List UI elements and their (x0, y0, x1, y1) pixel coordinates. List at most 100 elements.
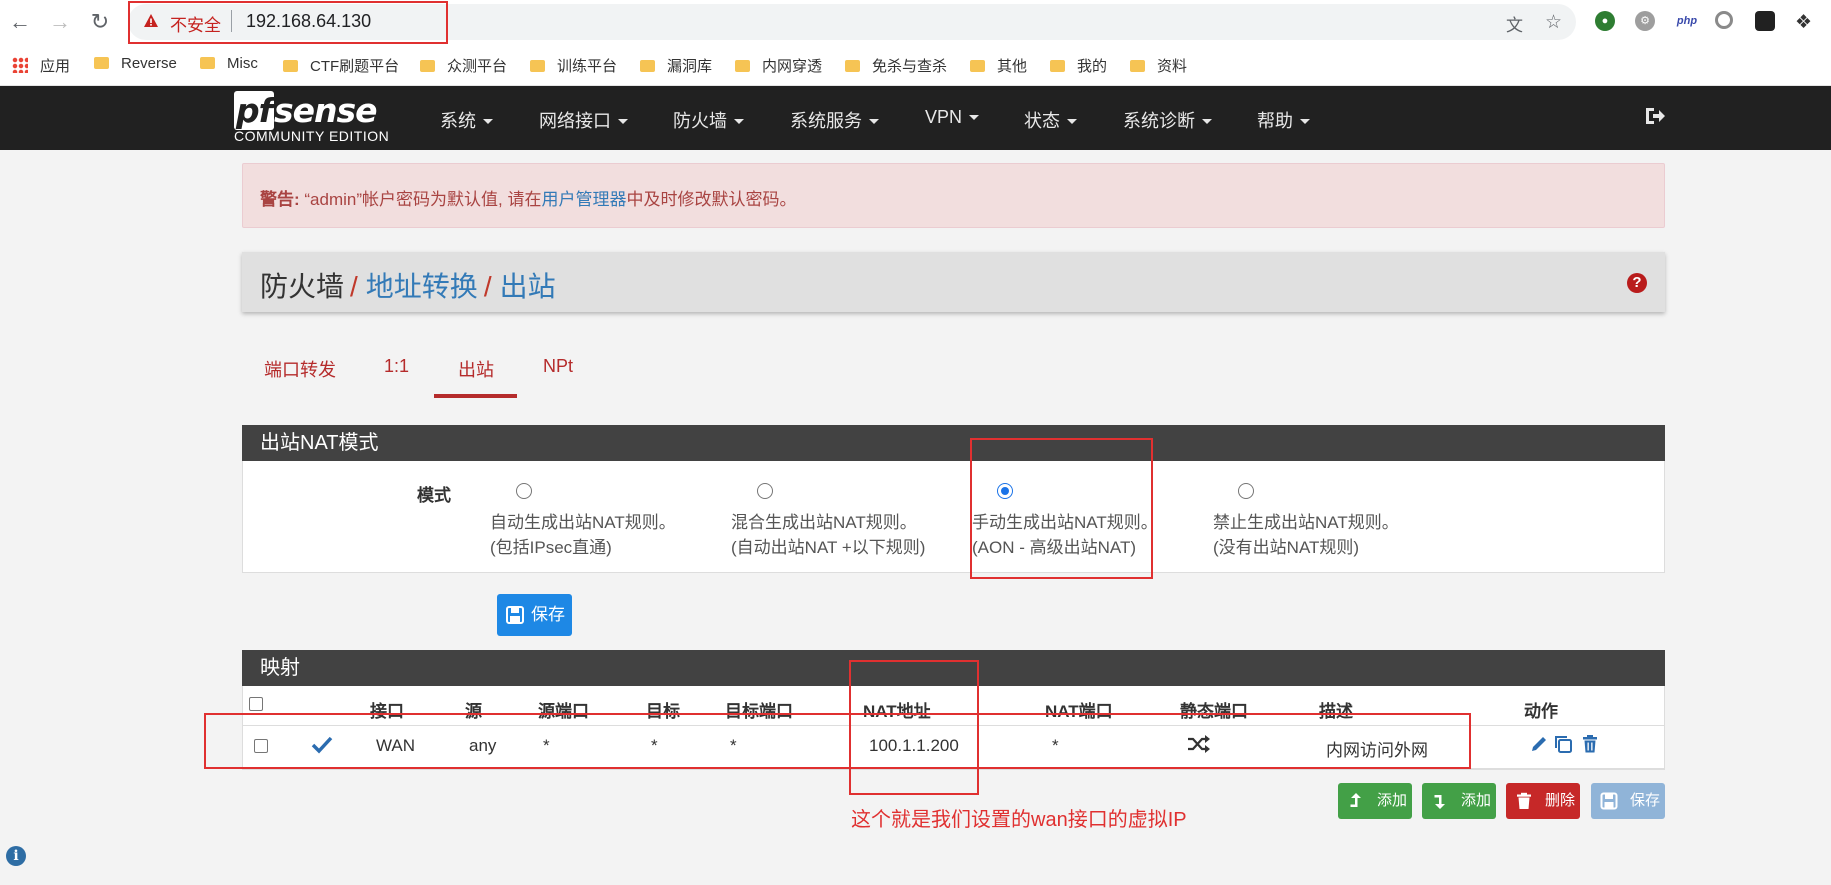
bookmark-item[interactable]: 免杀与查杀 (845, 55, 947, 75)
warning-text: 警告: “admin”帐户密码为默认值, 请在用户管理器中及时修改默认密码。 (260, 185, 796, 210)
menu-label: 系统诊断 (1123, 111, 1195, 131)
bookmark-label: 应用 (40, 58, 71, 75)
url-highlight-box (128, 1, 448, 44)
forward-icon[interactable]: → (46, 8, 74, 36)
radio-hybrid[interactable] (757, 483, 773, 499)
bookmark-label: Reverse (121, 55, 177, 72)
delete-label: 删除 (1545, 792, 1576, 809)
row-highlight-box (204, 713, 1471, 769)
puzzle-icon[interactable]: ❖ (1795, 11, 1812, 34)
folder-icon (845, 60, 860, 72)
translate-icon[interactable]: 文 (1506, 11, 1523, 36)
menu-label: VPN (925, 107, 963, 127)
warning-body-after: 中及时修改默认密码。 (626, 190, 797, 209)
bookmark-item[interactable]: Reverse (94, 55, 177, 75)
menu-firewall[interactable]: 防火墙 (673, 107, 744, 133)
bookmark-apps[interactable]: 应用 (12, 55, 70, 75)
edit-pencil-icon[interactable] (1529, 734, 1549, 754)
delete-button[interactable]: 删除 (1506, 783, 1580, 819)
caret-down-icon (869, 119, 879, 124)
folder-icon (1130, 60, 1145, 72)
warning-body-before: “admin”帐户密码为默认值, 请在 (299, 190, 542, 209)
extension-icon-green[interactable]: ● (1595, 11, 1615, 31)
caret-down-icon (1067, 119, 1077, 124)
option-automatic-text: 自动生成出站NAT规则。 (包括IPsec直通) (490, 510, 676, 560)
menu-diagnostics[interactable]: 系统诊断 (1123, 107, 1212, 133)
bookmark-label: 众测平台 (447, 58, 508, 75)
tab-port-forward[interactable]: 端口转发 (264, 356, 336, 382)
folder-icon (94, 57, 109, 69)
logo-edition: COMMUNITY EDITION (234, 128, 390, 144)
bookmark-label: 训练平台 (557, 58, 618, 75)
radio-disable[interactable] (1238, 483, 1254, 499)
browser-toolbar: ← → ↻ 不安全 192.168.64.130 文 ☆ ● ⚙ php ❖ (0, 0, 1831, 44)
add-bottom-button[interactable]: 添加 (1422, 783, 1496, 819)
option-hybrid-text: 混合生成出站NAT规则。 (自动出站NAT +以下规则) (731, 510, 925, 560)
bookmark-label: 免杀与查杀 (872, 58, 948, 75)
tab-one-to-one[interactable]: 1:1 (384, 356, 409, 377)
bookmark-item[interactable]: Misc (200, 55, 258, 75)
logout-icon[interactable] (1643, 104, 1667, 128)
add-top-button[interactable]: 添加 (1338, 783, 1412, 819)
menu-interfaces[interactable]: 网络接口 (539, 107, 628, 133)
folder-icon (1050, 60, 1065, 72)
bookmark-item[interactable]: 众测平台 (420, 55, 507, 75)
gear-extension-icon[interactable]: ⚙ (1635, 11, 1655, 31)
arrow-up-icon (1350, 793, 1361, 807)
col-actions: 动作 (1524, 702, 1558, 721)
dark-extension-icon[interactable] (1755, 11, 1775, 31)
logo-sense: sense (273, 91, 378, 130)
circle-extension-icon[interactable] (1715, 11, 1733, 29)
radio-automatic[interactable] (516, 483, 532, 499)
folder-icon (735, 60, 750, 72)
trash-icon (1517, 792, 1531, 809)
save-mode-label: 保存 (531, 605, 565, 624)
option-line2: (没有出站NAT规则) (1213, 538, 1360, 557)
user-manager-link[interactable]: 用户管理器 (541, 190, 626, 209)
breadcrumb: 防火墙 / 地址转换 / 出站 (260, 265, 556, 305)
caret-down-icon (618, 119, 628, 124)
tab-outbound[interactable]: 出站 (458, 356, 494, 382)
copy-icon[interactable] (1553, 734, 1573, 754)
menu-label: 状态 (1024, 111, 1060, 131)
folder-icon (530, 60, 545, 72)
breadcrumb-outbound[interactable]: 出站 (500, 271, 556, 302)
caret-down-icon (969, 115, 980, 120)
bookmark-item[interactable]: 训练平台 (530, 55, 617, 75)
back-icon[interactable]: ← (6, 8, 34, 36)
menu-status[interactable]: 状态 (1024, 107, 1077, 133)
bookmark-label: 其他 (997, 58, 1028, 75)
save-mappings-label: 保存 (1630, 792, 1661, 809)
caret-down-icon (1300, 119, 1310, 124)
breadcrumb-sep: / (350, 271, 358, 302)
menu-vpn[interactable]: VPN (925, 107, 980, 128)
menu-system[interactable]: 系统 (440, 107, 493, 133)
save-mode-button[interactable]: 保存 (497, 594, 572, 636)
tab-npt[interactable]: NPt (543, 356, 573, 377)
menu-help[interactable]: 帮助 (1257, 107, 1310, 133)
bookmark-item[interactable]: 漏洞库 (640, 55, 712, 75)
breadcrumb-nat[interactable]: 地址转换 (366, 271, 478, 302)
folder-icon (640, 60, 655, 72)
folder-icon (283, 60, 298, 72)
star-icon[interactable]: ☆ (1545, 11, 1562, 34)
pfsense-logo[interactable]: pfsense COMMUNITY EDITION (234, 91, 390, 144)
menu-label: 系统服务 (790, 111, 862, 131)
save-mappings-button[interactable]: 保存 (1591, 783, 1665, 819)
bookmark-item[interactable]: 我的 (1050, 55, 1107, 75)
bookmark-item[interactable]: 内网穿透 (735, 55, 822, 75)
menu-label: 防火墙 (673, 111, 727, 131)
help-icon[interactable]: ? (1627, 273, 1647, 293)
reload-icon[interactable]: ↻ (86, 8, 114, 36)
bookmark-item[interactable]: CTF刷题平台 (283, 55, 399, 75)
bookmark-item[interactable]: 其他 (970, 55, 1027, 75)
php-extension-icon[interactable]: php (1673, 11, 1701, 31)
trash-icon[interactable] (1580, 734, 1600, 754)
arrow-down-icon (1434, 795, 1445, 809)
bookmark-label: 漏洞库 (667, 58, 713, 75)
menu-services[interactable]: 系统服务 (790, 107, 879, 133)
bookmark-item[interactable]: 资料 (1130, 55, 1187, 75)
select-all-checkbox[interactable] (249, 697, 263, 711)
info-icon[interactable]: i (6, 846, 26, 866)
nat-mode-title: 出站NAT模式 (242, 425, 1665, 461)
